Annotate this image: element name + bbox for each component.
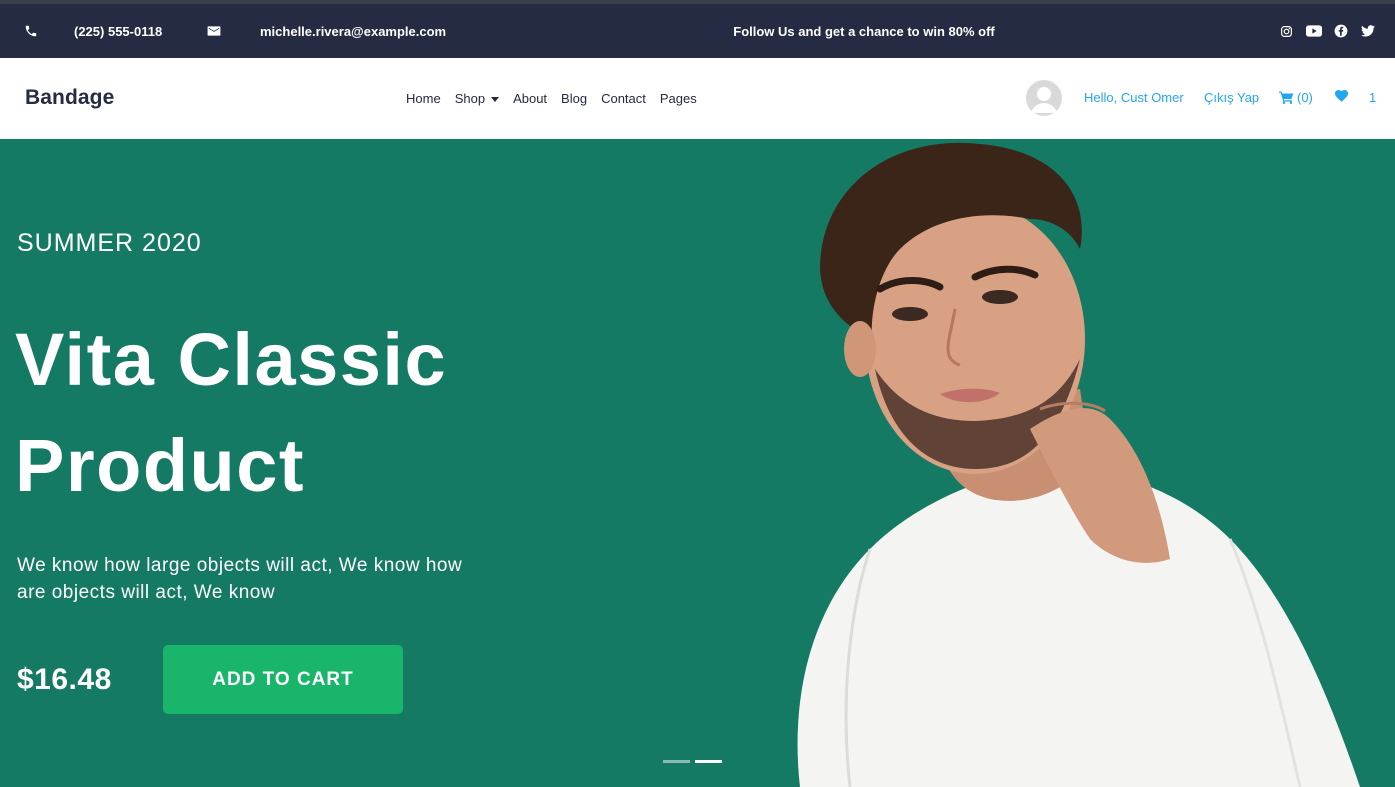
add-to-cart-button[interactable]: ADD TO CART	[163, 645, 403, 714]
logout-link[interactable]: Çıkış Yap	[1204, 90, 1259, 105]
product-price: $16.48	[17, 663, 112, 696]
brand-logo[interactable]: Bandage	[25, 86, 114, 110]
nav-link-pages[interactable]: Pages	[660, 91, 697, 106]
nav-link-blog[interactable]: Blog	[561, 91, 587, 106]
facebook-icon[interactable]	[1334, 4, 1348, 58]
user-greeting[interactable]: Hello, Cust Omer	[1084, 90, 1184, 105]
slider-dot-1[interactable]	[663, 760, 690, 763]
promo-text: Follow Us and get a chance to win 80% of…	[733, 23, 995, 39]
twitter-icon[interactable]	[1361, 4, 1375, 58]
main-navbar: Bandage Home Shop About Blog Contact Pag…	[0, 58, 1395, 139]
heart-icon	[1335, 90, 1348, 102]
nav-link-home[interactable]: Home	[406, 91, 441, 106]
top-info-bar: (225) 555-0118 michelle.rivera@example.c…	[0, 0, 1395, 58]
cart-icon	[1279, 91, 1294, 104]
youtube-icon[interactable]	[1306, 4, 1322, 58]
cart-button[interactable]: (0)	[1279, 90, 1313, 105]
chevron-down-icon	[491, 96, 500, 102]
user-avatar-icon[interactable]	[1026, 80, 1062, 116]
hero-model-image	[797, 142, 1360, 787]
slider-pagination	[663, 760, 722, 763]
nav-link-shop-label: Shop	[454, 91, 486, 106]
instagram-icon[interactable]	[1280, 4, 1293, 58]
nav-link-about[interactable]: About	[513, 91, 547, 106]
hero-title-line-1: Vita Classic	[15, 318, 448, 401]
slider-dot-2[interactable]	[695, 760, 722, 763]
nav-menu: Home Shop About Blog Contact Pages	[406, 58, 697, 139]
favorites-count: 1	[1369, 90, 1377, 105]
cart-count: (0)	[1297, 90, 1313, 105]
favorites-button[interactable]	[1335, 90, 1348, 102]
hero-title: Vita Classic Product	[15, 307, 447, 519]
hero-season-label: SUMMER 2020	[17, 229, 202, 257]
hero-description: We know how large objects will act, We k…	[17, 555, 463, 603]
nav-link-contact[interactable]: Contact	[601, 91, 646, 106]
hero-title-line-2: Product	[15, 424, 306, 507]
nav-link-shop[interactable]: Shop	[454, 91, 500, 106]
hero-banner: SUMMER 2020 Vita Classic Product We know…	[0, 139, 1395, 787]
